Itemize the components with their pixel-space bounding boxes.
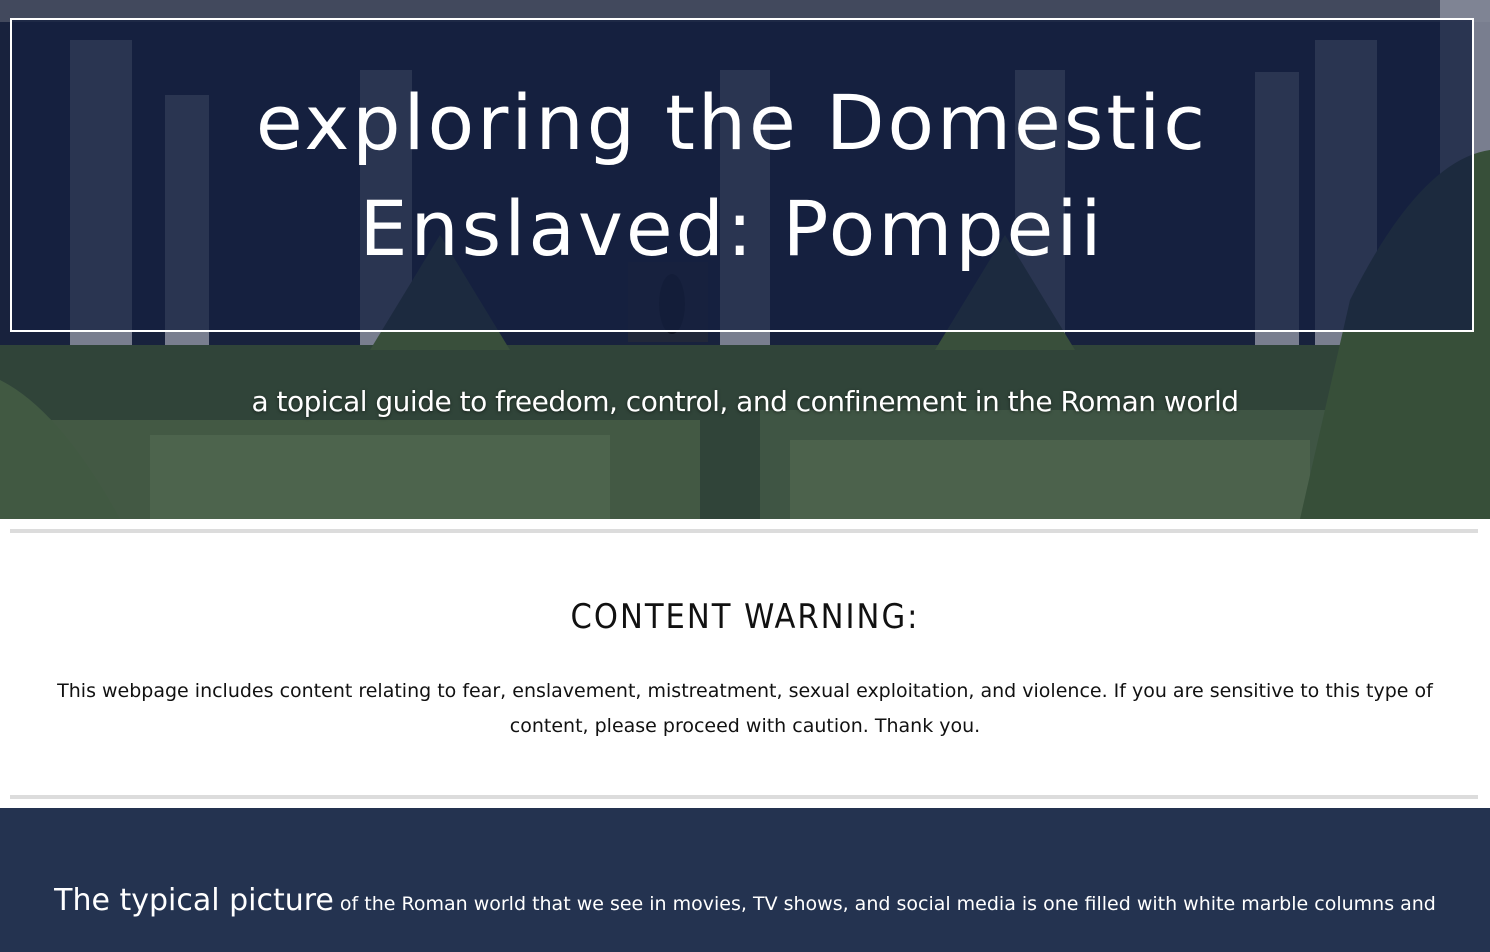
intro-lead-text: The typical picture [54, 883, 334, 918]
content-warning-heading: CONTENT WARNING: [570, 597, 920, 637]
page: exploring the Domestic Enslaved: Pompeii… [0, 0, 1490, 952]
hero-banner: exploring the Domestic Enslaved: Pompeii… [0, 0, 1490, 519]
section-divider [10, 529, 1478, 533]
intro-section: The typical picture of the Roman world t… [0, 808, 1490, 952]
page-subtitle: a topical guide to freedom, control, and… [251, 385, 1239, 418]
intro-paragraph: The typical picture of the Roman world t… [40, 878, 1450, 927]
content-warning-text: This webpage includes content relating t… [57, 680, 1433, 737]
section-divider [10, 795, 1478, 799]
intro-body-text: of the Roman world that we see in movies… [333, 893, 1436, 915]
page-title: exploring the Domestic Enslaved: Pompeii [255, 78, 1209, 273]
